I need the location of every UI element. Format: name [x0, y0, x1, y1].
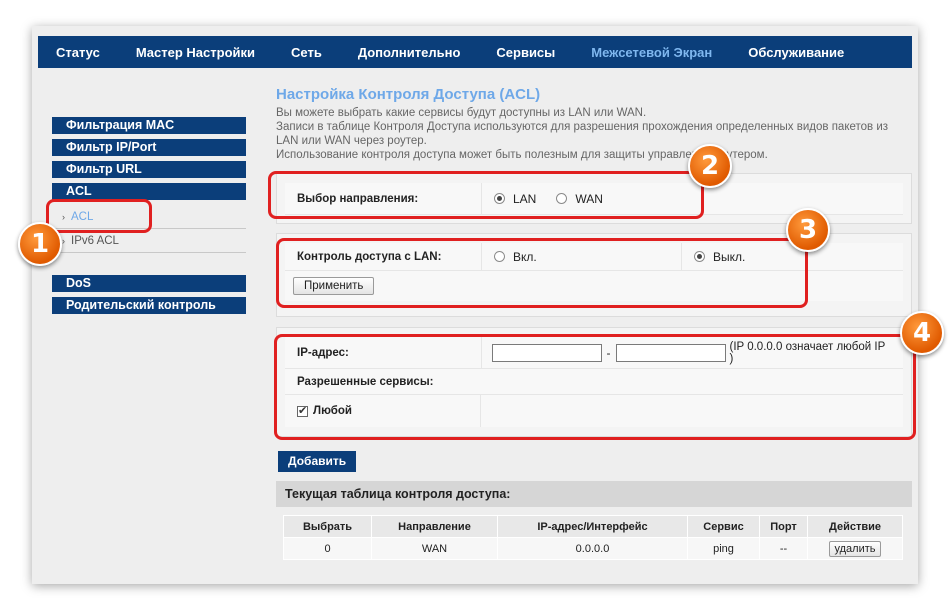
delete-button[interactable]: удалить — [829, 540, 881, 557]
page-header: Настройка Контроля Доступа (ACL) Вы може… — [276, 86, 912, 162]
nav-advanced[interactable]: Дополнительно — [340, 45, 479, 60]
cell-action: удалить — [807, 537, 903, 560]
acl-table-header-row: Выбрать Направление IP-адрес/Интерфейс С… — [283, 515, 903, 538]
sidebar-item-parental-control[interactable]: Родительский контроль — [52, 297, 246, 314]
sidebar-item-url-filter[interactable]: Фильтр URL — [52, 161, 246, 178]
page-title: Настройка Контроля Доступа (ACL) — [276, 86, 541, 103]
nav-network[interactable]: Сеть — [273, 45, 340, 60]
col-port: Порт — [759, 515, 808, 538]
page-description-2: Записи в таблице Контроля Доступа исполь… — [276, 121, 889, 147]
cell-direction: WAN — [371, 537, 498, 560]
step-badge-1: 1 — [18, 222, 62, 266]
cell-port: -- — [759, 537, 808, 560]
sidebar-item-mac-filter[interactable]: Фильтрация MAC — [52, 117, 246, 134]
sidebar-item-acl[interactable]: ACL — [52, 183, 246, 200]
table-row: 0 WAN 0.0.0.0 ping -- удалить — [283, 537, 903, 560]
add-button[interactable]: Добавить — [278, 451, 357, 472]
col-ip-interface: IP-адрес/Интерфейс — [497, 515, 688, 538]
top-navigation: Статус Мастер Настройки Сеть Дополнитель… — [38, 36, 912, 68]
sidebar-item-ip-port-filter[interactable]: Фильтр IP/Port — [52, 139, 246, 156]
step-badge-2: 2 — [688, 144, 732, 188]
page-description-1: Вы можете выбрать какие сервисы будут до… — [276, 107, 647, 119]
bullet-icon: › — [62, 236, 65, 246]
nav-firewall[interactable]: Межсетевой Экран — [573, 45, 730, 60]
cell-service: ping — [687, 537, 760, 560]
col-service: Сервис — [687, 515, 760, 538]
callout-direction — [268, 171, 704, 219]
page-description-3: Использование контроля доступа может быт… — [276, 149, 768, 161]
callout-ip-services — [274, 334, 916, 440]
callout-lan-control — [276, 238, 808, 308]
nav-services[interactable]: Сервисы — [478, 45, 573, 60]
acl-table-title: Текущая таблица контроля доступа: — [276, 481, 912, 507]
cell-ip: 0.0.0.0 — [497, 537, 688, 560]
nav-status[interactable]: Статус — [38, 45, 118, 60]
col-direction: Направление — [371, 515, 498, 538]
step-badge-4: 4 — [900, 311, 944, 355]
sidebar-item-dos[interactable]: DoS — [52, 275, 246, 292]
col-action: Действие — [807, 515, 903, 538]
col-select: Выбрать — [283, 515, 372, 538]
callout-acl-link — [46, 199, 152, 233]
cell-select: 0 — [283, 537, 372, 560]
acl-table: Выбрать Направление IP-адрес/Интерфейс С… — [283, 515, 903, 560]
nav-setup-wizard[interactable]: Мастер Настройки — [118, 45, 273, 60]
nav-maintenance[interactable]: Обслуживание — [730, 45, 862, 60]
step-badge-3: 3 — [786, 208, 830, 252]
